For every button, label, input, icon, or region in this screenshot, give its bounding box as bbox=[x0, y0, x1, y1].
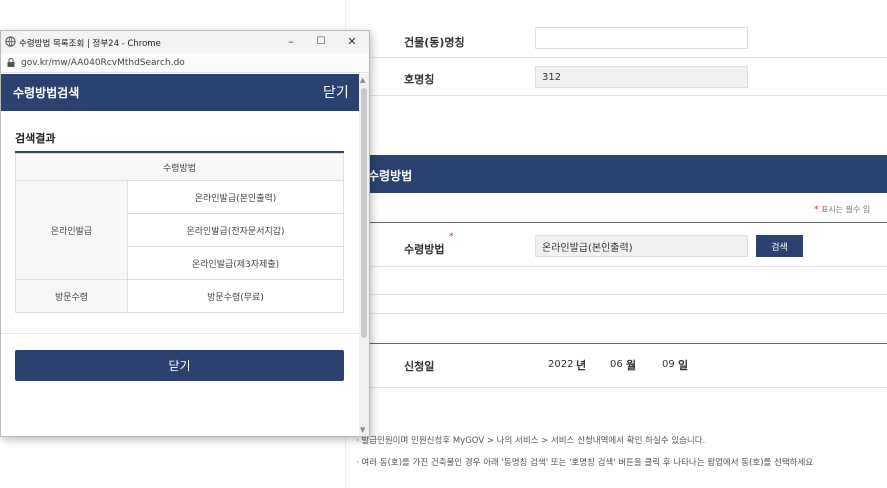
scroll-thumb[interactable] bbox=[361, 88, 367, 338]
date-label: 신청일 bbox=[404, 360, 435, 373]
notice-text: 발급민원이며 민원신청후 MyGOV > 나의 서비스 > 서비스 신청내역에서… bbox=[361, 436, 706, 446]
table-row: 온라인발급 온라인발급(본인출력) bbox=[15, 180, 344, 280]
maximize-icon[interactable]: ☐ bbox=[313, 34, 329, 50]
window-titlebar[interactable]: 수령방법 목록조회 | 정부24 - Chrome – ☐ ✕ bbox=[1, 31, 369, 53]
date-day: 09 bbox=[662, 359, 675, 370]
date-day-unit: 일 bbox=[678, 359, 689, 372]
building-label: 건물(동)명칭 bbox=[404, 36, 465, 49]
popup-footer bbox=[1, 333, 359, 436]
address-bar[interactable]: gov.kr/mw/AA040RcvMthdSearch.do bbox=[1, 53, 369, 73]
method-search-button[interactable]: 검색 bbox=[756, 235, 803, 257]
method-input[interactable]: 온라인발급(본인출력) bbox=[535, 235, 748, 257]
date-month-unit: 월 bbox=[626, 359, 637, 372]
popup-close-button[interactable]: 닫기 bbox=[15, 350, 344, 381]
scroll-up-icon[interactable]: ▲ bbox=[360, 76, 365, 84]
room-input[interactable]: 312 bbox=[535, 66, 748, 88]
notice-line: · 발급민원이며 민원신청후 MyGOV > 나의 서비스 > 서비스 신청내역… bbox=[356, 436, 706, 446]
required-note: * 표시는 필수 입 bbox=[814, 204, 870, 215]
table-header-row: 수령방법 bbox=[15, 153, 344, 181]
option-online-third-party[interactable]: 온라인발급(제3자제출) bbox=[127, 246, 344, 280]
globe-icon bbox=[5, 36, 16, 47]
table-row: 방문수령 방문수령(무료) bbox=[15, 279, 344, 313]
result-table: 수령방법 온라인발급 온라인발급(본인출력) 온라인발급(전자문서지갑) 온라인… bbox=[15, 153, 344, 313]
method-row-rule bbox=[366, 266, 887, 267]
table-column-header: 수령방법 bbox=[15, 153, 344, 181]
date-top-rule bbox=[366, 343, 887, 344]
popup-header-close-button[interactable]: 닫기 bbox=[323, 82, 349, 102]
result-heading: 검색결과 bbox=[15, 132, 56, 145]
category-visit: 방문수령 bbox=[15, 279, 128, 313]
date-year: 2022 bbox=[548, 359, 574, 370]
notice-text: 여러 동(호)를 가진 건축물인 경우 아래 '동명칭 검색' 또는 '호명칭 … bbox=[361, 458, 814, 468]
building-input[interactable] bbox=[535, 27, 748, 49]
form-top-rule bbox=[366, 222, 887, 223]
popup-header: 수령방법검색 닫기 bbox=[1, 74, 359, 111]
date-month: 06 bbox=[610, 359, 623, 370]
required-star-icon: * bbox=[449, 232, 454, 242]
screen: 건물(동)명칭 호명칭 312 수령방법 * 표시는 필수 입 수령방법 * 온… bbox=[0, 0, 887, 488]
lock-icon bbox=[7, 58, 15, 67]
room-label: 호명칭 bbox=[404, 73, 435, 86]
popup-window: 수령방법 목록조회 | 정부24 - Chrome – ☐ ✕ gov.kr/m… bbox=[0, 30, 370, 437]
option-visit-free[interactable]: 방문수령(무료) bbox=[127, 279, 344, 313]
category-online: 온라인발급 bbox=[15, 180, 128, 280]
spacer-rule bbox=[366, 294, 887, 295]
url-text: gov.kr/mw/AA040RcvMthdSearch.do bbox=[21, 58, 185, 68]
popup-title: 수령방법검색 bbox=[13, 86, 80, 100]
spacer-rule-2 bbox=[366, 313, 887, 314]
date-bottom-rule bbox=[366, 387, 887, 388]
date-year-unit: 년 bbox=[576, 359, 587, 372]
option-online-e-wallet[interactable]: 온라인발급(전자문서지갑) bbox=[127, 213, 344, 247]
required-star-icon: * bbox=[814, 205, 819, 215]
method-label: 수령방법 bbox=[404, 243, 445, 256]
option-online-self-print[interactable]: 온라인발급(본인출력) bbox=[127, 180, 344, 214]
required-note-text: 표시는 필수 입 bbox=[821, 205, 871, 214]
scrollbar[interactable]: ▲ ▼ bbox=[359, 74, 369, 436]
close-icon[interactable]: ✕ bbox=[344, 34, 360, 50]
notice-line: · 여러 동(호)를 가진 건축물인 경우 아래 '동명칭 검색' 또는 '호명… bbox=[356, 458, 814, 468]
minimize-icon[interactable]: – bbox=[283, 34, 299, 50]
section-header bbox=[366, 155, 887, 193]
scroll-down-icon[interactable]: ▼ bbox=[360, 426, 365, 434]
window-title: 수령방법 목록조회 | 정부24 - Chrome bbox=[19, 39, 161, 49]
section-title: 수령방법 bbox=[368, 169, 413, 183]
